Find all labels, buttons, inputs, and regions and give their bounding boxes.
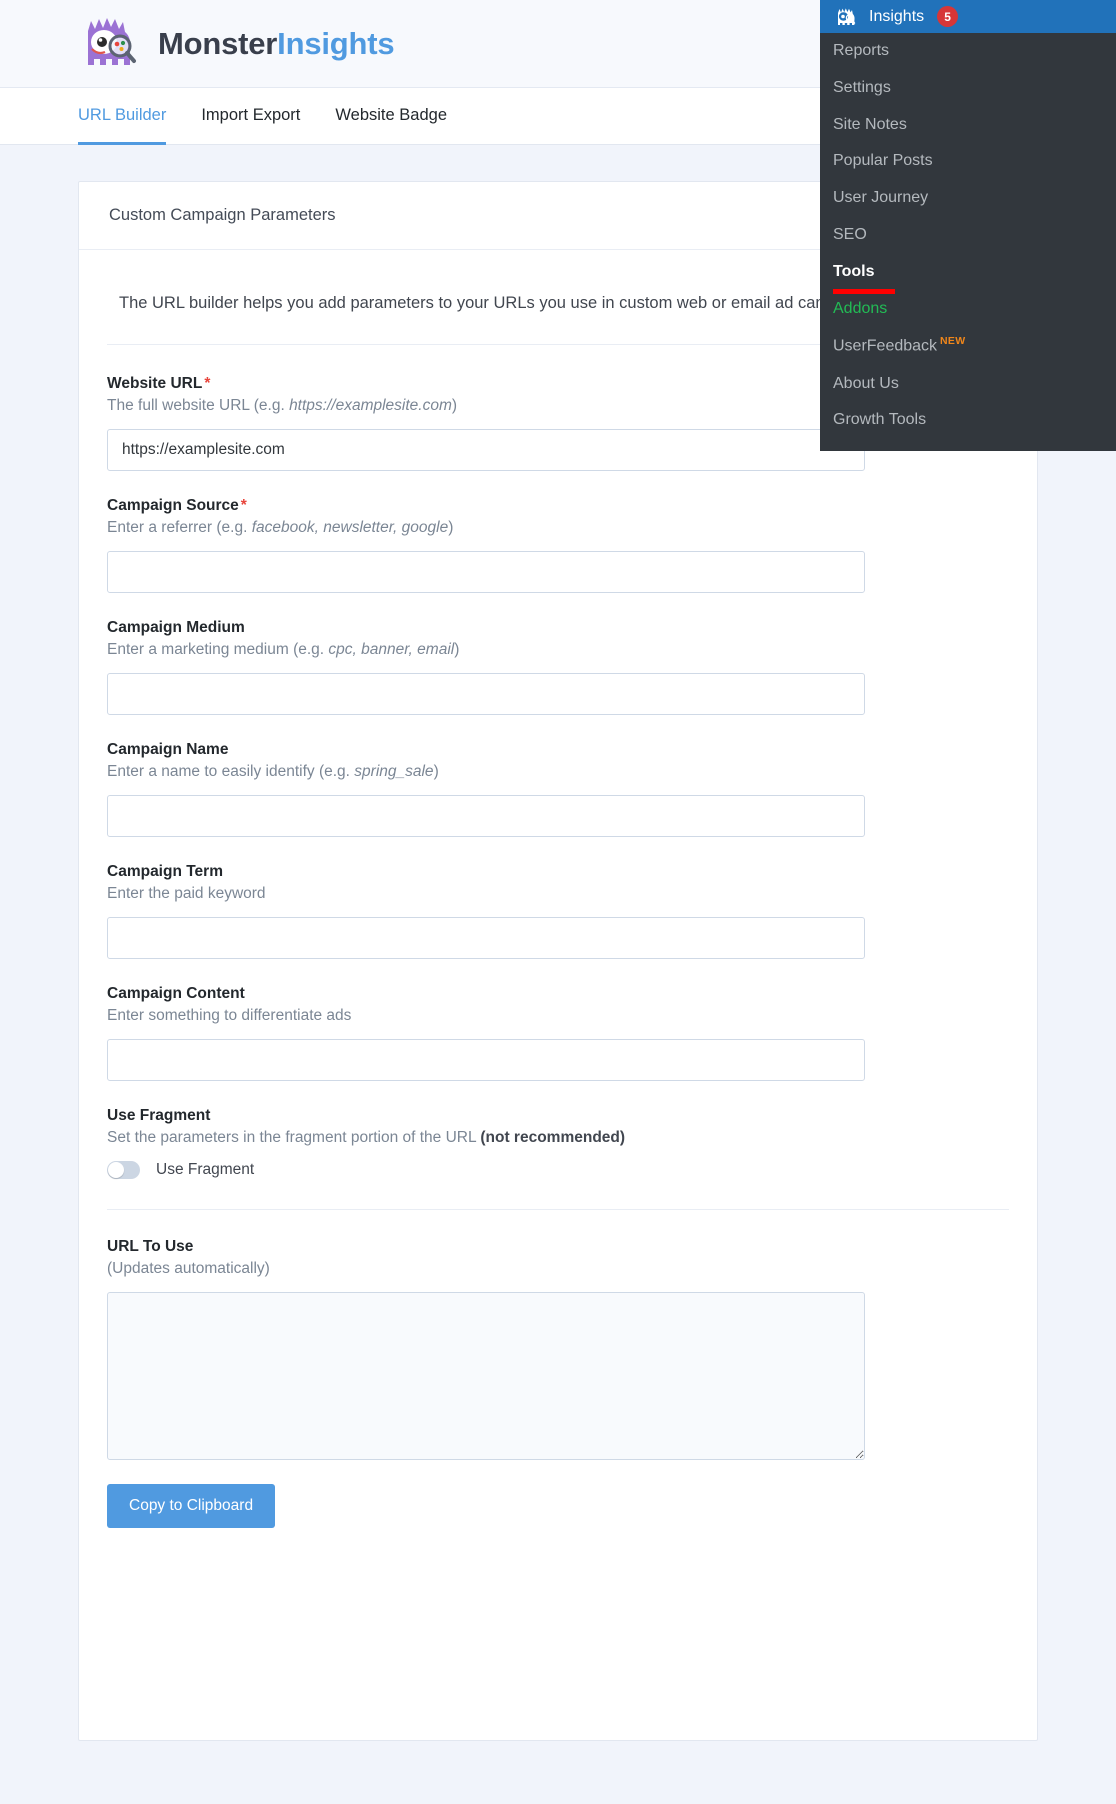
tab-import-export[interactable]: Import Export bbox=[201, 89, 300, 145]
tab-website-badge[interactable]: Website Badge bbox=[335, 89, 447, 145]
admin-menu-item-label: UserFeedback bbox=[833, 337, 938, 355]
field-campaign-source-desc: Enter a referrer (e.g. facebook, newslet… bbox=[107, 518, 454, 536]
insights-admin-menu: Insights 5 Reports Settings Site Notes P… bbox=[820, 0, 1116, 452]
admin-menu-item-label: Reports bbox=[833, 42, 890, 59]
admin-menu-item-label: Growth Tools bbox=[833, 411, 927, 429]
field-campaign-content: Campaign Content Enter something to diff… bbox=[107, 985, 1009, 1081]
field-campaign-source-label: Campaign Source * bbox=[107, 497, 1009, 515]
label-text: Website URL bbox=[107, 374, 203, 392]
field-url-to-use: URL To Use (Updates automatically) Copy … bbox=[107, 1238, 1009, 1528]
admin-menu-item-settings[interactable]: Settings bbox=[820, 70, 1116, 107]
field-use-fragment-label: Use Fragment bbox=[107, 1106, 211, 1124]
use-fragment-toggle-label: Use Fragment bbox=[156, 1160, 255, 1178]
tab-url-builder-label: URL Builder bbox=[78, 106, 167, 124]
admin-menu-item-tools[interactable]: Tools bbox=[820, 254, 1116, 294]
brand-name-part1: Monster bbox=[158, 25, 278, 61]
tab-import-export-label: Import Export bbox=[201, 106, 301, 124]
admin-menu-item-growth-tools[interactable]: Growth Tools bbox=[820, 402, 1116, 439]
use-fragment-toggle-row: Use Fragment bbox=[107, 1160, 1009, 1179]
admin-menu-item-site-notes[interactable]: Site Notes bbox=[820, 107, 1116, 144]
admin-menu-item-popular-posts[interactable]: Popular Posts bbox=[820, 143, 1116, 180]
field-campaign-content-label: Campaign Content bbox=[107, 984, 245, 1002]
admin-menu-item-label: Site Notes bbox=[833, 115, 907, 133]
admin-menu-item-label: Popular Posts bbox=[833, 152, 933, 170]
divider-bottom bbox=[107, 1208, 1009, 1210]
admin-menu-item-label: User Journey bbox=[833, 189, 929, 207]
admin-menu-item-label: Addons bbox=[833, 299, 888, 317]
copy-to-clipboard-button[interactable]: Copy to Clipboard bbox=[107, 1483, 276, 1528]
brand-name: MonsterInsights bbox=[158, 25, 395, 62]
field-campaign-content-desc: Enter something to differentiate ads bbox=[107, 1006, 352, 1024]
monsterinsights-monster-icon bbox=[78, 15, 140, 73]
field-campaign-term-desc: Enter the paid keyword bbox=[107, 884, 266, 902]
campaign-term-input[interactable] bbox=[107, 916, 865, 959]
admin-menu-item-seo[interactable]: SEO bbox=[820, 217, 1116, 254]
tab-url-builder[interactable]: URL Builder bbox=[78, 89, 167, 145]
required-asterisk: * bbox=[204, 374, 211, 392]
admin-menu-item-label: SEO bbox=[833, 225, 867, 243]
admin-menu-item-about-us[interactable]: About Us bbox=[820, 366, 1116, 403]
field-campaign-medium: Campaign Medium Enter a marketing medium… bbox=[107, 619, 1009, 715]
label-text: Campaign Source bbox=[107, 496, 239, 514]
field-campaign-name: Campaign Name Enter a name to easily ide… bbox=[107, 741, 1009, 837]
field-campaign-term: Campaign Term Enter the paid keyword bbox=[107, 863, 1009, 959]
campaign-name-input[interactable] bbox=[107, 794, 865, 837]
monsterinsights-monster-icon bbox=[835, 7, 857, 27]
admin-menu-item-label: Settings bbox=[833, 78, 891, 96]
field-use-fragment: Use Fragment Set the parameters in the f… bbox=[107, 1107, 1009, 1179]
admin-menu-header-label: Insights bbox=[869, 7, 925, 25]
admin-menu-header[interactable]: Insights 5 bbox=[820, 0, 1116, 33]
admin-menu-item-userfeedback[interactable]: UserFeedback NEW bbox=[820, 327, 1116, 365]
new-badge: NEW bbox=[940, 335, 966, 348]
field-campaign-medium-label: Campaign Medium bbox=[107, 618, 245, 636]
brand-name-part2: Insights bbox=[277, 25, 395, 61]
field-campaign-name-label: Campaign Name bbox=[107, 740, 229, 758]
admin-menu-item-label: About Us bbox=[833, 374, 899, 392]
admin-menu-item-user-journey[interactable]: User Journey bbox=[820, 180, 1116, 217]
admin-menu-item-addons[interactable]: Addons bbox=[820, 291, 1116, 328]
url-to-use-textarea[interactable] bbox=[107, 1291, 865, 1460]
field-url-to-use-desc: (Updates automatically) bbox=[107, 1259, 270, 1277]
use-fragment-toggle[interactable] bbox=[107, 1160, 140, 1179]
field-use-fragment-desc: Set the parameters in the fragment porti… bbox=[107, 1128, 626, 1146]
campaign-source-input[interactable] bbox=[107, 550, 865, 593]
toggle-knob bbox=[108, 1161, 124, 1178]
field-campaign-medium-desc: Enter a marketing medium (e.g. cpc, bann… bbox=[107, 640, 460, 658]
field-campaign-name-desc: Enter a name to easily identify (e.g. sp… bbox=[107, 762, 439, 780]
website-url-input[interactable] bbox=[107, 428, 865, 471]
field-campaign-source: Campaign Source * Enter a referrer (e.g. … bbox=[107, 497, 1009, 593]
tab-website-badge-label: Website Badge bbox=[335, 106, 447, 124]
admin-menu-item-reports[interactable]: Reports bbox=[820, 33, 1116, 70]
campaign-content-input[interactable] bbox=[107, 1038, 865, 1081]
campaign-medium-input[interactable] bbox=[107, 672, 865, 715]
required-asterisk: * bbox=[240, 496, 247, 514]
field-campaign-term-label: Campaign Term bbox=[107, 862, 223, 880]
field-url-to-use-label: URL To Use bbox=[107, 1237, 194, 1255]
admin-menu-update-badge: 5 bbox=[937, 6, 959, 27]
admin-menu-item-label: Tools bbox=[833, 262, 875, 280]
